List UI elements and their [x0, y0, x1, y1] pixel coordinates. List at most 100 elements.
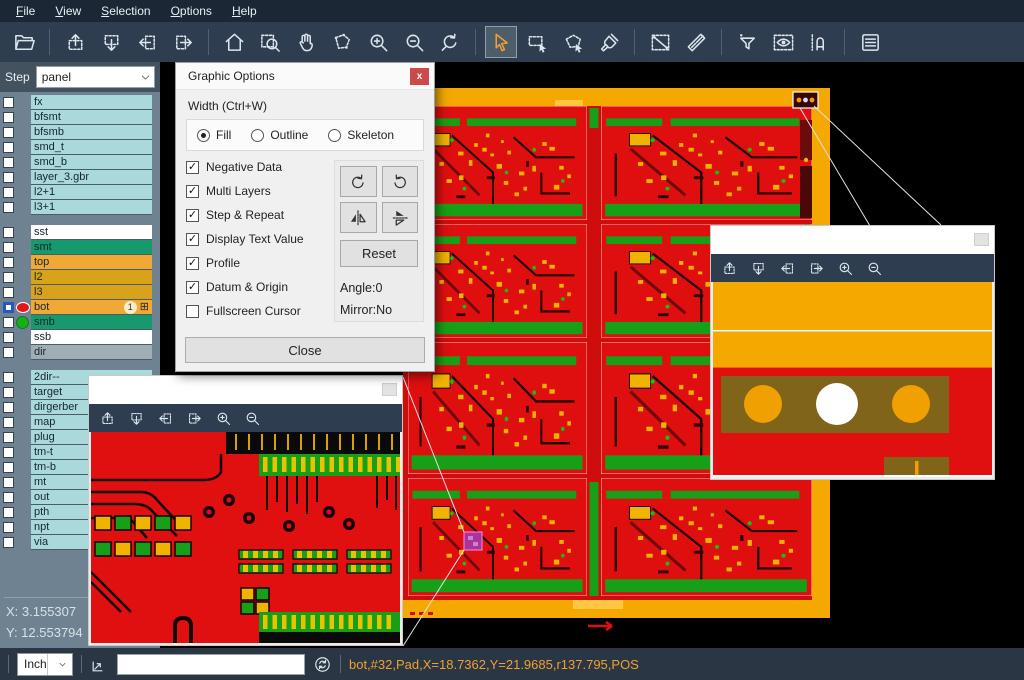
grid-icon[interactable]: ⊞ — [140, 302, 149, 313]
layer-checkbox[interactable] — [3, 257, 14, 268]
pan-down-icon[interactable] — [750, 260, 767, 277]
open-folder-button[interactable] — [8, 26, 40, 58]
layer-row-top[interactable]: top — [0, 255, 160, 270]
layer-checkbox[interactable] — [3, 187, 14, 198]
zoom-window-fiducial[interactable] — [710, 225, 995, 480]
layer-row-fx[interactable]: fx — [0, 95, 160, 110]
layer-row-smd_t[interactable]: smd_t — [0, 140, 160, 155]
select-rect-button[interactable] — [521, 26, 553, 58]
sync-icon[interactable] — [313, 655, 332, 674]
close-button[interactable]: Close — [185, 337, 425, 363]
zoom-window-b-content[interactable] — [711, 282, 994, 479]
layer-checkbox[interactable] — [3, 347, 14, 358]
zoom-window-a-titlebar[interactable] — [89, 376, 402, 404]
menu-item-help[interactable]: Help — [222, 2, 267, 20]
layer-row-l3[interactable]: l3 — [0, 285, 160, 300]
pan-left-icon[interactable] — [779, 260, 796, 277]
filter-button[interactable] — [731, 26, 763, 58]
layer-checkbox[interactable] — [3, 507, 14, 518]
pan-left-icon[interactable] — [157, 410, 174, 427]
pan-up-icon[interactable] — [721, 260, 738, 277]
layer-checkbox[interactable] — [3, 287, 14, 298]
menu-item-file[interactable]: File — [6, 2, 45, 20]
layer-checkbox[interactable] — [3, 447, 14, 458]
layer-checkbox[interactable] — [3, 522, 14, 533]
layer-checkbox[interactable] — [3, 242, 14, 253]
layer-checkbox[interactable] — [3, 432, 14, 443]
zoom-window-a-content[interactable] — [89, 432, 402, 645]
radio-outline[interactable]: Outline — [251, 128, 308, 142]
layer-checkbox[interactable] — [3, 317, 14, 328]
layers-panel-button[interactable] — [854, 26, 886, 58]
layer-checkbox[interactable] — [3, 537, 14, 548]
checkbox-profile[interactable]: ✓Profile — [186, 256, 328, 270]
unit-dropdown[interactable]: Inch — [17, 653, 73, 676]
layer-row-dir[interactable]: dir — [0, 345, 160, 360]
pan-up-button[interactable] — [59, 26, 91, 58]
layer-checkbox[interactable] — [3, 387, 14, 398]
view-eye-button[interactable] — [767, 26, 799, 58]
measure-line-button[interactable] — [644, 26, 676, 58]
select-polygon-button[interactable] — [557, 26, 589, 58]
layer-checkbox[interactable] — [3, 332, 14, 343]
layer-checkbox[interactable] — [3, 157, 14, 168]
layer-checkbox[interactable] — [3, 127, 14, 138]
clear-brush-button[interactable] — [593, 26, 625, 58]
pan-up-icon[interactable] — [99, 410, 116, 427]
radio-fill[interactable]: Fill — [197, 128, 231, 142]
dialog-close-button[interactable]: x — [410, 68, 429, 85]
layer-checkbox[interactable] — [3, 477, 14, 488]
layer-row-l3+1[interactable]: l3+1 — [0, 200, 160, 215]
layer-checkbox[interactable] — [3, 492, 14, 503]
layer-row-smd_b[interactable]: smd_b — [0, 155, 160, 170]
layer-row-layer_3.gbr[interactable]: layer_3.gbr — [0, 170, 160, 185]
zoom-out-button[interactable] — [398, 26, 430, 58]
layer-row-sst[interactable]: sst — [0, 225, 160, 240]
flip-v-button[interactable] — [382, 202, 419, 233]
pan-right-icon[interactable] — [808, 260, 825, 277]
zoom-in-button[interactable] — [362, 26, 394, 58]
step-dropdown[interactable]: panel — [36, 66, 155, 88]
rotate-cw-button[interactable] — [340, 166, 377, 197]
layer-checkbox[interactable] — [3, 417, 14, 428]
menu-item-view[interactable]: View — [45, 2, 91, 20]
home-button[interactable] — [218, 26, 250, 58]
snap-magnet-button[interactable] — [803, 26, 835, 58]
pan-left-button[interactable] — [131, 26, 163, 58]
pan-down-button[interactable] — [95, 26, 127, 58]
checkbox-step-repeat[interactable]: ✓Step & Repeat — [186, 208, 328, 222]
layer-checkbox[interactable] — [3, 142, 14, 153]
layer-checkbox[interactable] — [3, 302, 14, 313]
zoom-window-b-titlebar[interactable] — [711, 226, 994, 254]
zoom-window-a-close-button[interactable] — [382, 383, 397, 396]
flip-h-button[interactable] — [340, 202, 377, 233]
layer-row-l2[interactable]: l2 — [0, 270, 160, 285]
layer-checkbox[interactable] — [3, 372, 14, 383]
reset-button[interactable]: Reset — [340, 240, 418, 267]
command-input[interactable] — [117, 654, 305, 675]
rotate-ccw-button[interactable] — [382, 166, 419, 197]
zoom-polygon-button[interactable] — [326, 26, 358, 58]
checkbox-negative-data[interactable]: ✓Negative Data — [186, 160, 328, 174]
radio-skeleton[interactable]: Skeleton — [328, 128, 394, 142]
layer-checkbox[interactable] — [3, 227, 14, 238]
pan-right-icon[interactable] — [186, 410, 203, 427]
zoom-out-icon[interactable] — [244, 410, 261, 427]
zoom-in-icon[interactable] — [837, 260, 854, 277]
pan-down-icon[interactable] — [128, 410, 145, 427]
layer-checkbox[interactable] — [3, 202, 14, 213]
layer-row-smt[interactable]: smt — [0, 240, 160, 255]
layer-row-smb[interactable]: smb — [0, 315, 160, 330]
zoom-window-detail[interactable] — [88, 375, 403, 646]
layer-row-bot[interactable]: bot1⊞ — [0, 300, 160, 315]
layer-row-l2+1[interactable]: l2+1 — [0, 185, 160, 200]
pan-right-button[interactable] — [167, 26, 199, 58]
layer-checkbox[interactable] — [3, 112, 14, 123]
layer-checkbox[interactable] — [3, 402, 14, 413]
measure-ruler-button[interactable] — [680, 26, 712, 58]
layer-checkbox[interactable] — [3, 462, 14, 473]
checkbox-multi-layers[interactable]: ✓Multi Layers — [186, 184, 328, 198]
checkbox-fullscreen-cursor[interactable]: Fullscreen Cursor — [186, 304, 328, 318]
menu-item-selection[interactable]: Selection — [91, 2, 160, 20]
zoom-previous-button[interactable] — [434, 26, 466, 58]
